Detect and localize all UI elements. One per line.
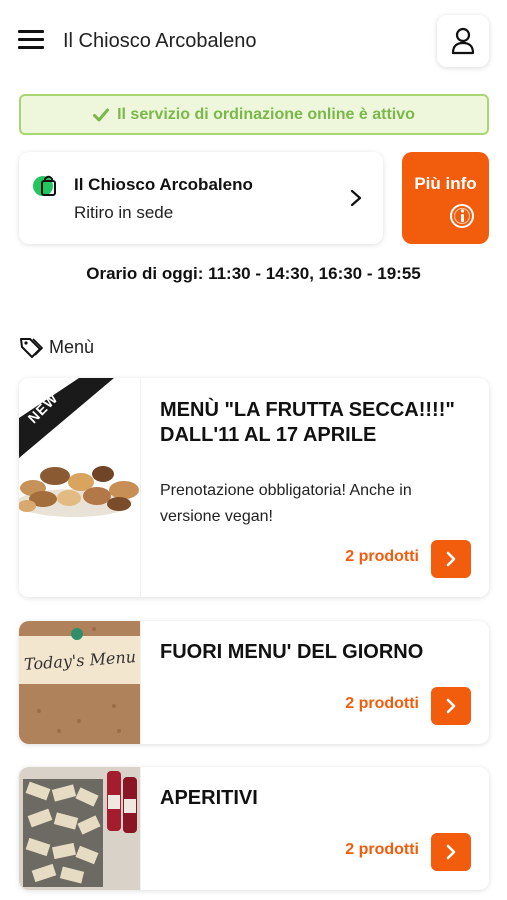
more-info-button[interactable]: Più info [402,152,489,244]
chevron-right-icon [446,844,456,860]
category-product-count: 2 prodotti [345,841,419,858]
category-image: NEW [19,378,141,597]
profile-button[interactable] [437,15,489,67]
category-image [19,767,141,890]
more-info-label: Più info [414,174,477,193]
category-card[interactable]: APERITIVI 2 prodotti [19,767,489,890]
hamburger-icon[interactable] [18,28,44,50]
category-description: Prenotazione obbligatoria! Anche in vers… [160,482,412,525]
chevron-right-icon [350,189,362,207]
category-title: FUORI MENU' DEL GIORNO [160,641,424,663]
open-category-button[interactable] [431,833,471,871]
category-card[interactable]: NEW MENÙ "LA FRUTTA SECCA!!!!" DALL'11 A… [19,378,489,597]
info-icon [450,204,474,228]
chevron-right-icon [446,551,456,567]
open-category-button[interactable] [431,687,471,725]
section-title: Menù [49,336,95,357]
status-text: Il servizio di ordinazione online è atti… [117,105,415,123]
opening-hours: Orario di oggi: 11:30 - 14:30, 16:30 - 1… [86,264,421,283]
service-status-banner: Il servizio di ordinazione online è atti… [19,94,489,135]
store-mode: Ritiro in sede [74,203,174,222]
shopping-bag-icon [33,175,56,196]
chevron-right-icon [446,698,456,714]
category-product-count: 2 prodotti [345,548,419,565]
tag-icon [20,338,43,358]
section-header-menu: Menù [19,334,94,360]
user-icon [451,27,475,55]
app-title: Il Chiosco Arcobaleno [63,30,257,52]
store-card[interactable]: Il Chiosco Arcobaleno Ritiro in sede [19,152,383,244]
category-title: MENÙ "LA FRUTTA SECCA!!!!" DALL'11 AL 17… [160,399,455,446]
category-image: Today's Menu [19,621,141,744]
category-product-count: 2 prodotti [345,695,419,712]
category-title: APERITIVI [160,787,258,809]
category-card[interactable]: Today's Menu FUORI MENU' DEL GIORNO 2 pr… [19,621,489,744]
check-icon [93,108,110,121]
app-header: Il Chiosco Arcobaleno [0,0,507,82]
store-name: Il Chiosco Arcobaleno [74,175,253,194]
open-category-button[interactable] [431,540,471,578]
